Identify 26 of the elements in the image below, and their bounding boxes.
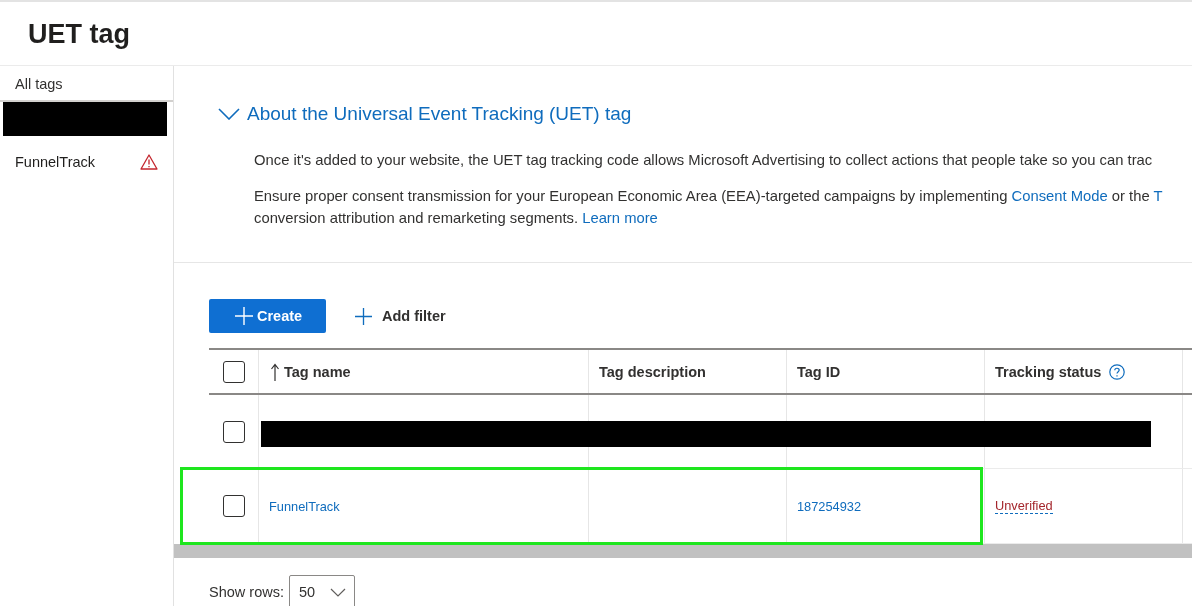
info-paragraph: Ensure proper consent transmission for your European Economic Area (EEA)-targeted campaigns by implementing Consent Mode or the T conversion attribution and remarketing segments. Learn more [254, 187, 1163, 228]
tag-id-link[interactable]: 187254932 [797, 498, 862, 514]
page-title: UET tag [28, 17, 130, 50]
column-header[interactable]: Tracking status [995, 363, 1102, 380]
plus-icon [355, 307, 372, 325]
checkbox[interactable] [222, 420, 245, 443]
checkbox[interactable] [222, 360, 245, 383]
rows-dropdown[interactable]: 50 [288, 575, 355, 606]
tracking-status[interactable]: Unverified [995, 498, 1053, 514]
column-header[interactable]: Tag ID [797, 363, 841, 380]
text-link[interactable]: Consent Mode [1011, 188, 1108, 204]
rows-label: Show rows: [209, 584, 284, 600]
text-link[interactable]: T [1153, 188, 1163, 204]
sidebar-item[interactable]: FunnelTrack [15, 154, 96, 170]
column-header[interactable]: Tag description [599, 363, 706, 380]
tag-name-link[interactable]: FunnelTrack [269, 498, 340, 514]
plus-icon [235, 307, 253, 325]
text-link[interactable]: Learn more [582, 210, 658, 226]
checkbox[interactable] [222, 495, 245, 517]
section-toggle[interactable]: About the Universal Event Tracking (UET) tag [218, 101, 632, 127]
add-filter-button[interactable]: Add filter [355, 307, 446, 325]
chevron-down-icon [329, 587, 346, 597]
help-icon[interactable] [1109, 363, 1126, 380]
column-header[interactable]: Tag name [284, 363, 351, 380]
info-paragraph: Once it's added to your website, the UET tag tracking code allows Microsoft Advertising to collect actions that people take so you can trac [254, 151, 1153, 170]
create-button[interactable]: Create [209, 299, 326, 333]
